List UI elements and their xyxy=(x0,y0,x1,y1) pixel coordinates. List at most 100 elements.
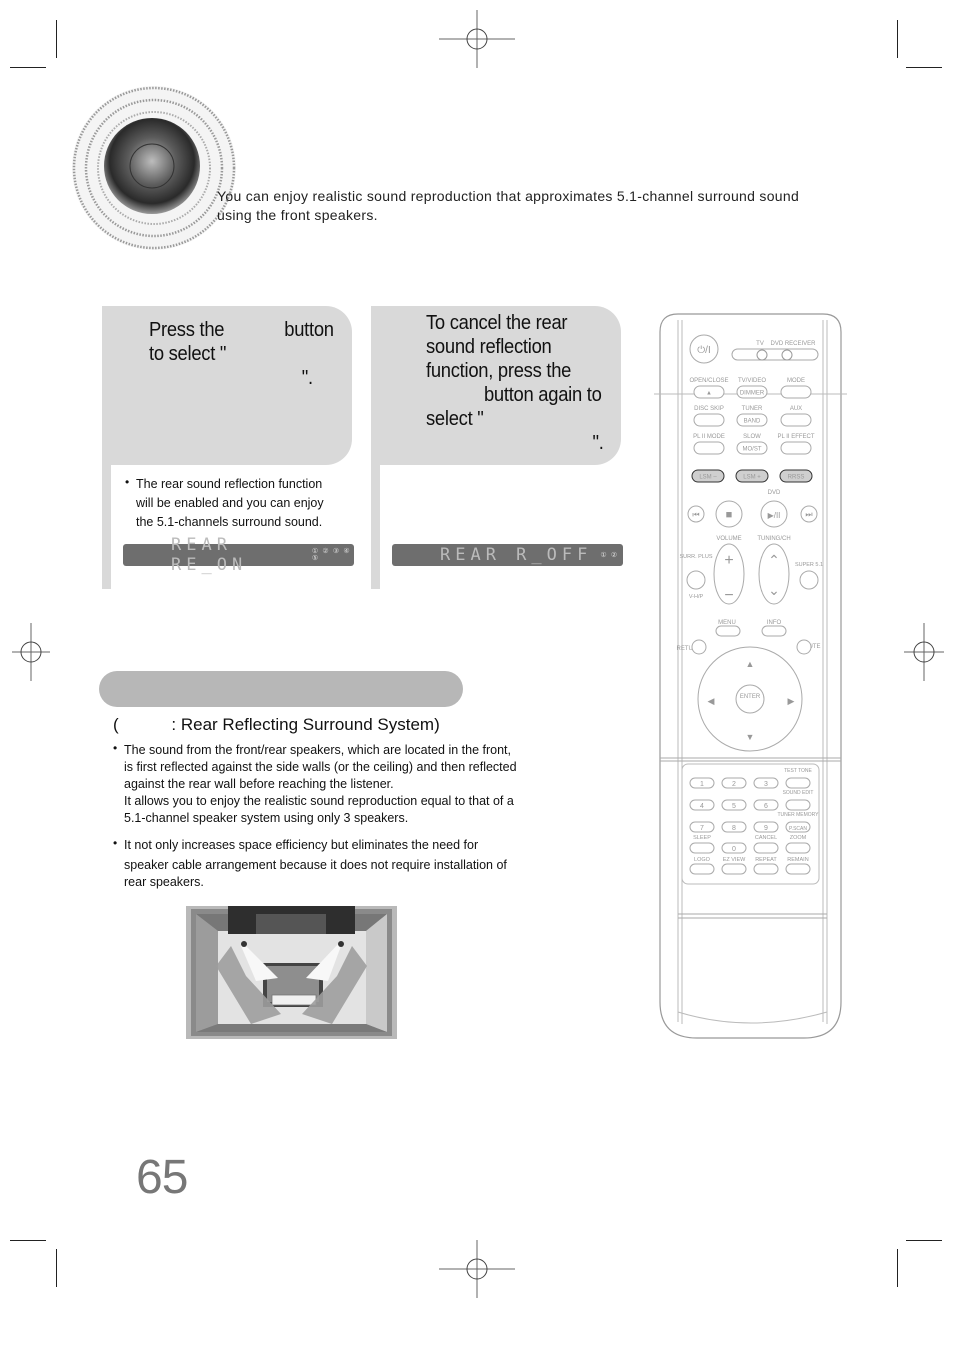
step-1-instruction: Press the button to select " ". xyxy=(149,318,342,390)
bottom-button-label: REMAIN xyxy=(787,857,808,863)
text-line: speaker cable arrangement because it doe… xyxy=(124,858,507,872)
remote-button-6[interactable] xyxy=(780,413,812,427)
button-text: LSM + xyxy=(743,475,761,481)
crop-mark xyxy=(56,1249,57,1287)
tuning-up-icon: ⌃ xyxy=(768,552,780,568)
text-line: rear speakers. xyxy=(124,875,204,889)
crop-mark xyxy=(897,1249,898,1287)
lcd-display-on: REAR RE_ON ① ② ③ ④ ⑤ xyxy=(123,535,354,575)
skip-forward-icon: ⏭ xyxy=(805,510,812,519)
keypad-digit: 2 xyxy=(732,781,736,788)
step-1-text-select: to select " xyxy=(149,343,227,365)
info-button[interactable] xyxy=(761,625,787,637)
step-1-note-bullet: • xyxy=(125,475,130,489)
mode-switch[interactable] xyxy=(731,348,819,361)
speaker-channel-icons: ① ② ③ ④ ⑤ xyxy=(311,547,350,562)
room-illustration xyxy=(186,906,397,1039)
step-2-line: select " xyxy=(426,408,484,430)
sleep-label: SLEEP xyxy=(693,835,711,841)
sound-edit-label: SOUND EDIT xyxy=(783,790,814,796)
volume-up-icon: + xyxy=(724,552,733,569)
tuning-down-icon: ⌄ xyxy=(768,582,780,598)
keypad-digit: 4 xyxy=(700,803,704,810)
crop-mark xyxy=(906,67,942,68)
mute-button[interactable] xyxy=(796,639,812,655)
volume-label: VOLUME xyxy=(716,536,741,542)
bottom-button-label: EZ VIEW xyxy=(723,857,746,863)
surr-plus-label: SURR. PLUS xyxy=(679,554,712,560)
speaker-icon xyxy=(72,86,236,250)
menu-button[interactable] xyxy=(715,625,741,637)
section-bullet-1: • xyxy=(113,741,118,755)
surr-plus-button[interactable] xyxy=(686,570,706,590)
sleep-button[interactable] xyxy=(689,842,715,854)
remote-button-4[interactable] xyxy=(693,413,725,427)
keypad-digit: 0 xyxy=(732,846,736,853)
lcd-display-off: REAR R_OFF ① ② xyxy=(392,544,623,566)
enter-label: ENTER xyxy=(740,694,761,700)
registration-mark-top xyxy=(439,10,515,68)
button-text: RRSS xyxy=(788,475,805,481)
skip-back-icon: ⏮ xyxy=(692,510,699,519)
play-pause-icon: ▶/II xyxy=(768,511,781,520)
sound-edit-button[interactable] xyxy=(785,799,811,811)
remote-button-7[interactable] xyxy=(693,441,725,455)
keypad-digit: 8 xyxy=(732,825,736,832)
tuning-label: TUNING/CH xyxy=(757,536,790,542)
remote-button-9[interactable] xyxy=(780,441,812,455)
keypad-digit: 9 xyxy=(764,825,768,832)
step-1-text-close: ". xyxy=(301,367,313,389)
return-button[interactable] xyxy=(691,639,707,655)
power-button[interactable]: ⏻/I xyxy=(689,334,719,364)
bottom-button-2[interactable] xyxy=(721,863,747,875)
button-text: LSM – xyxy=(699,475,717,481)
stop-icon: ■ xyxy=(726,509,733,521)
text-line: The sound from the front/rear speakers, … xyxy=(124,743,512,757)
button-label: MODE xyxy=(787,378,805,384)
remote-control: ⏻/I TV DVD RECEIVER OPEN/CLOSE ▲ TV/VIDEO D… xyxy=(654,313,847,1039)
step-2-line: To cancel the rear xyxy=(426,312,568,334)
tv-mode-button[interactable] xyxy=(756,349,768,361)
test-tone-button[interactable] xyxy=(785,777,811,789)
step-2-strip xyxy=(371,465,380,589)
step-1-strip xyxy=(102,465,111,589)
text-line: It not only increases space efficiency b… xyxy=(124,838,479,852)
zoom-button[interactable] xyxy=(785,842,811,854)
super51-button[interactable] xyxy=(799,570,819,590)
button-label: DISC SKIP xyxy=(694,406,724,412)
cancel-button[interactable] xyxy=(753,842,779,854)
speaker-channel-icons: ① ② xyxy=(600,550,618,559)
step-1-note: The rear sound reflection function will … xyxy=(136,477,324,529)
nav-down-icon: ▼ xyxy=(746,732,755,742)
lcd-text: REAR R_OFF xyxy=(440,545,593,565)
step-2-instruction: To cancel the rear sound reflection func… xyxy=(426,311,619,455)
step-1-text-press: Press the xyxy=(149,319,225,341)
super51-label: SUPER 5.1 xyxy=(795,562,823,568)
button-text: DIMMER xyxy=(740,391,765,397)
button-label: SLOW xyxy=(743,434,761,440)
page-number: 65 xyxy=(136,1151,188,1204)
crop-mark xyxy=(906,1240,942,1241)
volume-down-icon: − xyxy=(724,587,733,604)
button-label: TUNER xyxy=(742,406,763,412)
button-label: PL II MODE xyxy=(693,434,725,440)
keypad-digit: 1 xyxy=(700,781,704,788)
bottom-button-4[interactable] xyxy=(785,863,811,875)
dvd-mode-button[interactable] xyxy=(781,349,793,361)
button-label: TV/VIDEO xyxy=(738,378,766,384)
crop-mark xyxy=(10,1240,46,1241)
button-text: MO/ST xyxy=(743,447,762,453)
bottom-button-3[interactable] xyxy=(753,863,779,875)
step-2-line: function, press the xyxy=(426,360,572,382)
remote-button-3[interactable] xyxy=(780,385,812,399)
step-2-line: sound reflection xyxy=(426,336,552,358)
dvd-receiver-label: DVD RECEIVER xyxy=(770,341,816,347)
button-label: AUX xyxy=(790,406,802,412)
keypad-digit: 6 xyxy=(764,803,768,810)
bottom-button-1[interactable] xyxy=(689,863,715,875)
crop-mark xyxy=(56,20,57,58)
text-line: is first reflected against the side wall… xyxy=(124,760,517,774)
nav-left-icon: ◀ xyxy=(708,696,715,706)
crop-mark xyxy=(897,20,898,58)
section-paragraph-2: It not only increases space efficiency b… xyxy=(124,836,544,891)
